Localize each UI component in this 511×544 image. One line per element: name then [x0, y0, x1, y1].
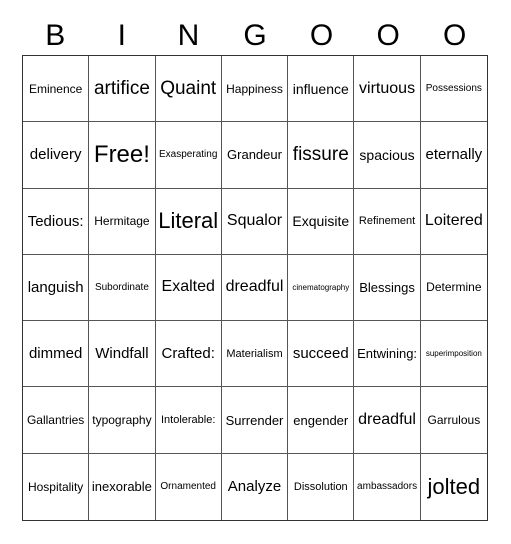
bingo-cell[interactable]: Happiness — [221, 56, 289, 123]
bingo-cell[interactable]: Exalted — [155, 254, 222, 322]
bingo-cell[interactable]: influence — [288, 56, 355, 123]
bingo-cell[interactable]: superimposition — [420, 321, 487, 388]
bingo-cell[interactable]: Subordinate — [89, 254, 156, 322]
bingo-cell[interactable]: Materialism — [221, 321, 289, 388]
bingo-cell[interactable]: Windfall — [89, 321, 156, 388]
bingo-cell[interactable]: Crafted: — [155, 321, 222, 388]
bingo-cell[interactable]: Possessions — [420, 56, 487, 123]
bingo-cell[interactable]: Determine — [420, 255, 487, 322]
bingo-cell[interactable]: Garrulous — [420, 387, 487, 454]
bingo-cell[interactable]: Tedious: — [23, 188, 90, 255]
bingo-header: B I N G O O O — [22, 18, 488, 54]
bingo-cell[interactable]: engender — [288, 387, 355, 454]
bingo-cell[interactable]: inexorable — [89, 453, 156, 520]
bingo-cell[interactable]: Exquisite — [288, 188, 355, 255]
bingo-cell[interactable]: Exasperating — [155, 122, 222, 189]
header-letter: N — [177, 19, 200, 52]
bingo-cell[interactable]: Intolerable: — [155, 387, 222, 454]
bingo-cell[interactable]: Grandeur — [221, 122, 289, 189]
header-letter: G — [243, 19, 267, 52]
bingo-cell[interactable]: Ornamented — [156, 453, 222, 520]
bingo-cell[interactable]: Hospitality — [23, 453, 90, 520]
bingo-cell[interactable]: jolted — [421, 454, 487, 520]
bingo-cell[interactable]: Analyze — [222, 453, 289, 520]
bingo-cell[interactable]: cinematography — [288, 254, 355, 322]
bingo-cell[interactable]: Literal — [155, 188, 222, 255]
bingo-cell[interactable]: Loitered — [420, 189, 487, 255]
bingo-cell[interactable]: Surrender — [221, 387, 289, 454]
header-letter: O — [376, 19, 400, 52]
bingo-cell[interactable]: artifice — [89, 56, 156, 123]
free-space-cell[interactable]: Free! — [89, 122, 156, 189]
bingo-cell[interactable]: Eminence — [23, 56, 90, 123]
bingo-cell[interactable]: dreadful — [221, 254, 289, 322]
header-letter: O — [443, 19, 467, 52]
bingo-cell[interactable]: fissure — [288, 122, 355, 189]
bingo-cell[interactable]: Entwining: — [354, 321, 421, 388]
bingo-cell[interactable]: Refinement — [354, 188, 421, 255]
bingo-cell[interactable]: Quaint — [155, 56, 222, 123]
header-letter: B — [45, 19, 66, 52]
bingo-cell[interactable]: dreadful — [354, 387, 421, 454]
bingo-cell[interactable]: Blessings — [354, 254, 421, 322]
header-letter: I — [117, 19, 127, 52]
bingo-cell[interactable]: succeed — [288, 321, 355, 388]
bingo-cell[interactable]: ambassadors — [354, 453, 421, 520]
bingo-board: Eminence artifice Quaint Happiness influ… — [22, 55, 488, 521]
bingo-cell[interactable]: typography — [89, 387, 156, 454]
bingo-cell[interactable]: virtuous — [354, 56, 421, 123]
bingo-cell[interactable]: dimmed — [23, 321, 90, 388]
bingo-cell[interactable]: eternally — [420, 122, 487, 189]
bingo-cell[interactable]: Squalor — [221, 188, 289, 255]
header-letter: O — [309, 19, 334, 52]
bingo-cell[interactable]: Dissolution — [288, 453, 355, 520]
bingo-cell[interactable]: languish — [23, 254, 90, 322]
bingo-cell[interactable]: spacious — [354, 122, 421, 189]
bingo-cell[interactable]: Hermitage — [89, 188, 156, 255]
bingo-cell[interactable]: delivery — [23, 122, 90, 189]
bingo-cell[interactable]: Gallantries — [23, 387, 90, 454]
